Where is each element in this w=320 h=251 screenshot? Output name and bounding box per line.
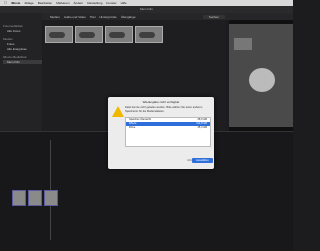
sidebar-item-photos[interactable]: Fotos bbox=[5, 42, 42, 46]
toolbar: Medien Audio und Video Titel Hintergründ… bbox=[0, 13, 293, 20]
tab-transitions[interactable]: Übergänge bbox=[121, 15, 136, 19]
tab-media[interactable]: Medien bbox=[50, 15, 60, 19]
timeline-clip[interactable] bbox=[28, 190, 42, 206]
sidebar-group-label: Medien bbox=[3, 37, 13, 41]
dialog-message: Datei konnte nicht geladen werden. Bitte… bbox=[125, 106, 203, 113]
tab-audio-video[interactable]: Audio und Video bbox=[64, 15, 86, 19]
media-thumbnail[interactable] bbox=[75, 26, 103, 43]
list-item-size: 45,3 GB bbox=[197, 126, 207, 129]
tab-backgrounds[interactable]: Hintergründe bbox=[99, 15, 116, 19]
media-thumbnail[interactable] bbox=[135, 26, 163, 43]
sidebar-group-label: iMovie-Mediathek bbox=[3, 55, 27, 59]
alert-dialog: Wiedergabe nicht verfügbar Datei konnte … bbox=[108, 97, 214, 169]
preview-viewer bbox=[229, 20, 293, 131]
dialog-title: Wiedergabe nicht verfügbar bbox=[142, 100, 180, 104]
sidebar-item-all-events[interactable]: Alle Ereignisse bbox=[5, 47, 42, 51]
choose-button[interactable]: Auswählen bbox=[192, 158, 213, 163]
timeline-clip[interactable] bbox=[44, 190, 58, 206]
sidebar-group-label: Fotomediathek bbox=[3, 24, 23, 28]
timeline-clip[interactable] bbox=[12, 190, 26, 206]
tab-titles[interactable]: Titel bbox=[90, 15, 96, 19]
search-input[interactable]: Suchen bbox=[202, 14, 225, 19]
preview-object bbox=[234, 38, 252, 50]
media-thumbnail[interactable] bbox=[45, 26, 73, 43]
list-item[interactable]: Filme 45,3 GB bbox=[126, 126, 210, 130]
sidebar-item-all-photos[interactable]: Alle Fotos bbox=[5, 29, 42, 33]
media-thumbnail[interactable] bbox=[105, 26, 133, 43]
preview-object bbox=[249, 68, 275, 92]
list-item-name: Filme bbox=[129, 126, 136, 129]
location-list: Speicher-Übersicht 28,6 GB iMovie 112,8 GB… bbox=[125, 117, 211, 147]
sidebar: Fotomediathek Alle Fotos Medien Fotos Al… bbox=[0, 13, 42, 131]
sidebar-item-my-movie[interactable]: Mein Film bbox=[3, 60, 42, 64]
window-title: Mein Film bbox=[0, 6, 293, 13]
warning-icon bbox=[112, 106, 124, 117]
